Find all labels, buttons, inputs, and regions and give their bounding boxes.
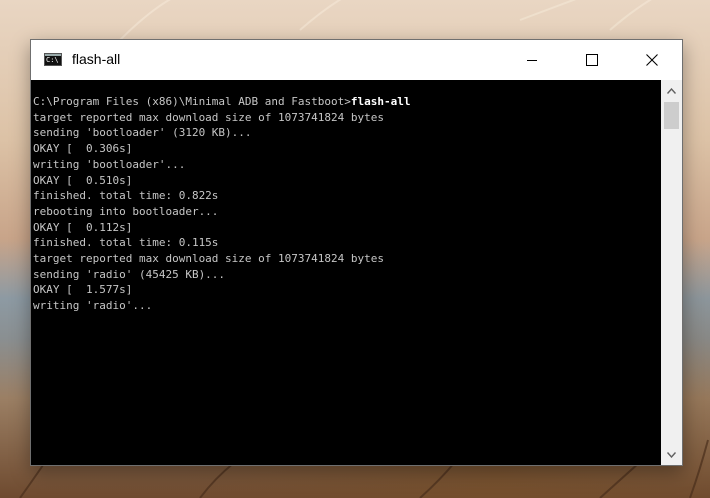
scroll-up-button[interactable]: [661, 82, 682, 99]
scrollbar-thumb[interactable]: [664, 102, 679, 129]
close-icon: [646, 54, 658, 66]
vertical-scrollbar[interactable]: [661, 80, 682, 465]
console-prompt: C:\Program Files (x86)\Minimal ADB and F…: [33, 95, 351, 108]
console-line: sending 'bootloader' (3120 KB)...: [33, 126, 252, 140]
console-line: OKAY [ 0.510s]: [33, 173, 133, 187]
minimize-icon: [527, 60, 537, 61]
console-output[interactable]: C:\Program Files (x86)\Minimal ADB and F…: [31, 80, 661, 465]
chevron-up-icon: [667, 87, 676, 94]
console-line: sending 'radio' (45425 KB)...: [33, 267, 226, 281]
minimize-button[interactable]: [502, 40, 562, 80]
console-line: finished. total time: 0.115s: [33, 236, 219, 250]
console-line: writing 'bootloader'...: [33, 157, 186, 171]
close-button[interactable]: [622, 40, 682, 80]
console-line: writing 'radio'...: [33, 299, 153, 313]
console-line: target reported max download size of 107…: [33, 252, 384, 266]
console-line: finished. total time: 0.822s: [33, 189, 219, 203]
console-line: OKAY [ 0.306s]: [33, 142, 133, 156]
scroll-down-button[interactable]: [661, 446, 682, 463]
title-bar[interactable]: C:\ flash-all: [31, 40, 682, 80]
maximize-button[interactable]: [562, 40, 622, 80]
cmd-icon[interactable]: C:\: [44, 53, 62, 66]
maximize-icon: [586, 54, 598, 66]
cmd-icon-label: C:\: [46, 56, 59, 64]
command-prompt-window: C:\ flash-all C:\Program Files (x86)\Min…: [30, 39, 683, 466]
console-line: rebooting into bootloader...: [33, 204, 219, 218]
console-command: flash-all: [350, 95, 411, 108]
console-line: target reported max download size of 107…: [33, 110, 384, 124]
console-line: OKAY [ 1.577s]: [33, 283, 133, 297]
console-line: OKAY [ 0.112s]: [33, 220, 133, 234]
chevron-down-icon: [667, 451, 676, 458]
window-title: flash-all: [72, 51, 121, 67]
